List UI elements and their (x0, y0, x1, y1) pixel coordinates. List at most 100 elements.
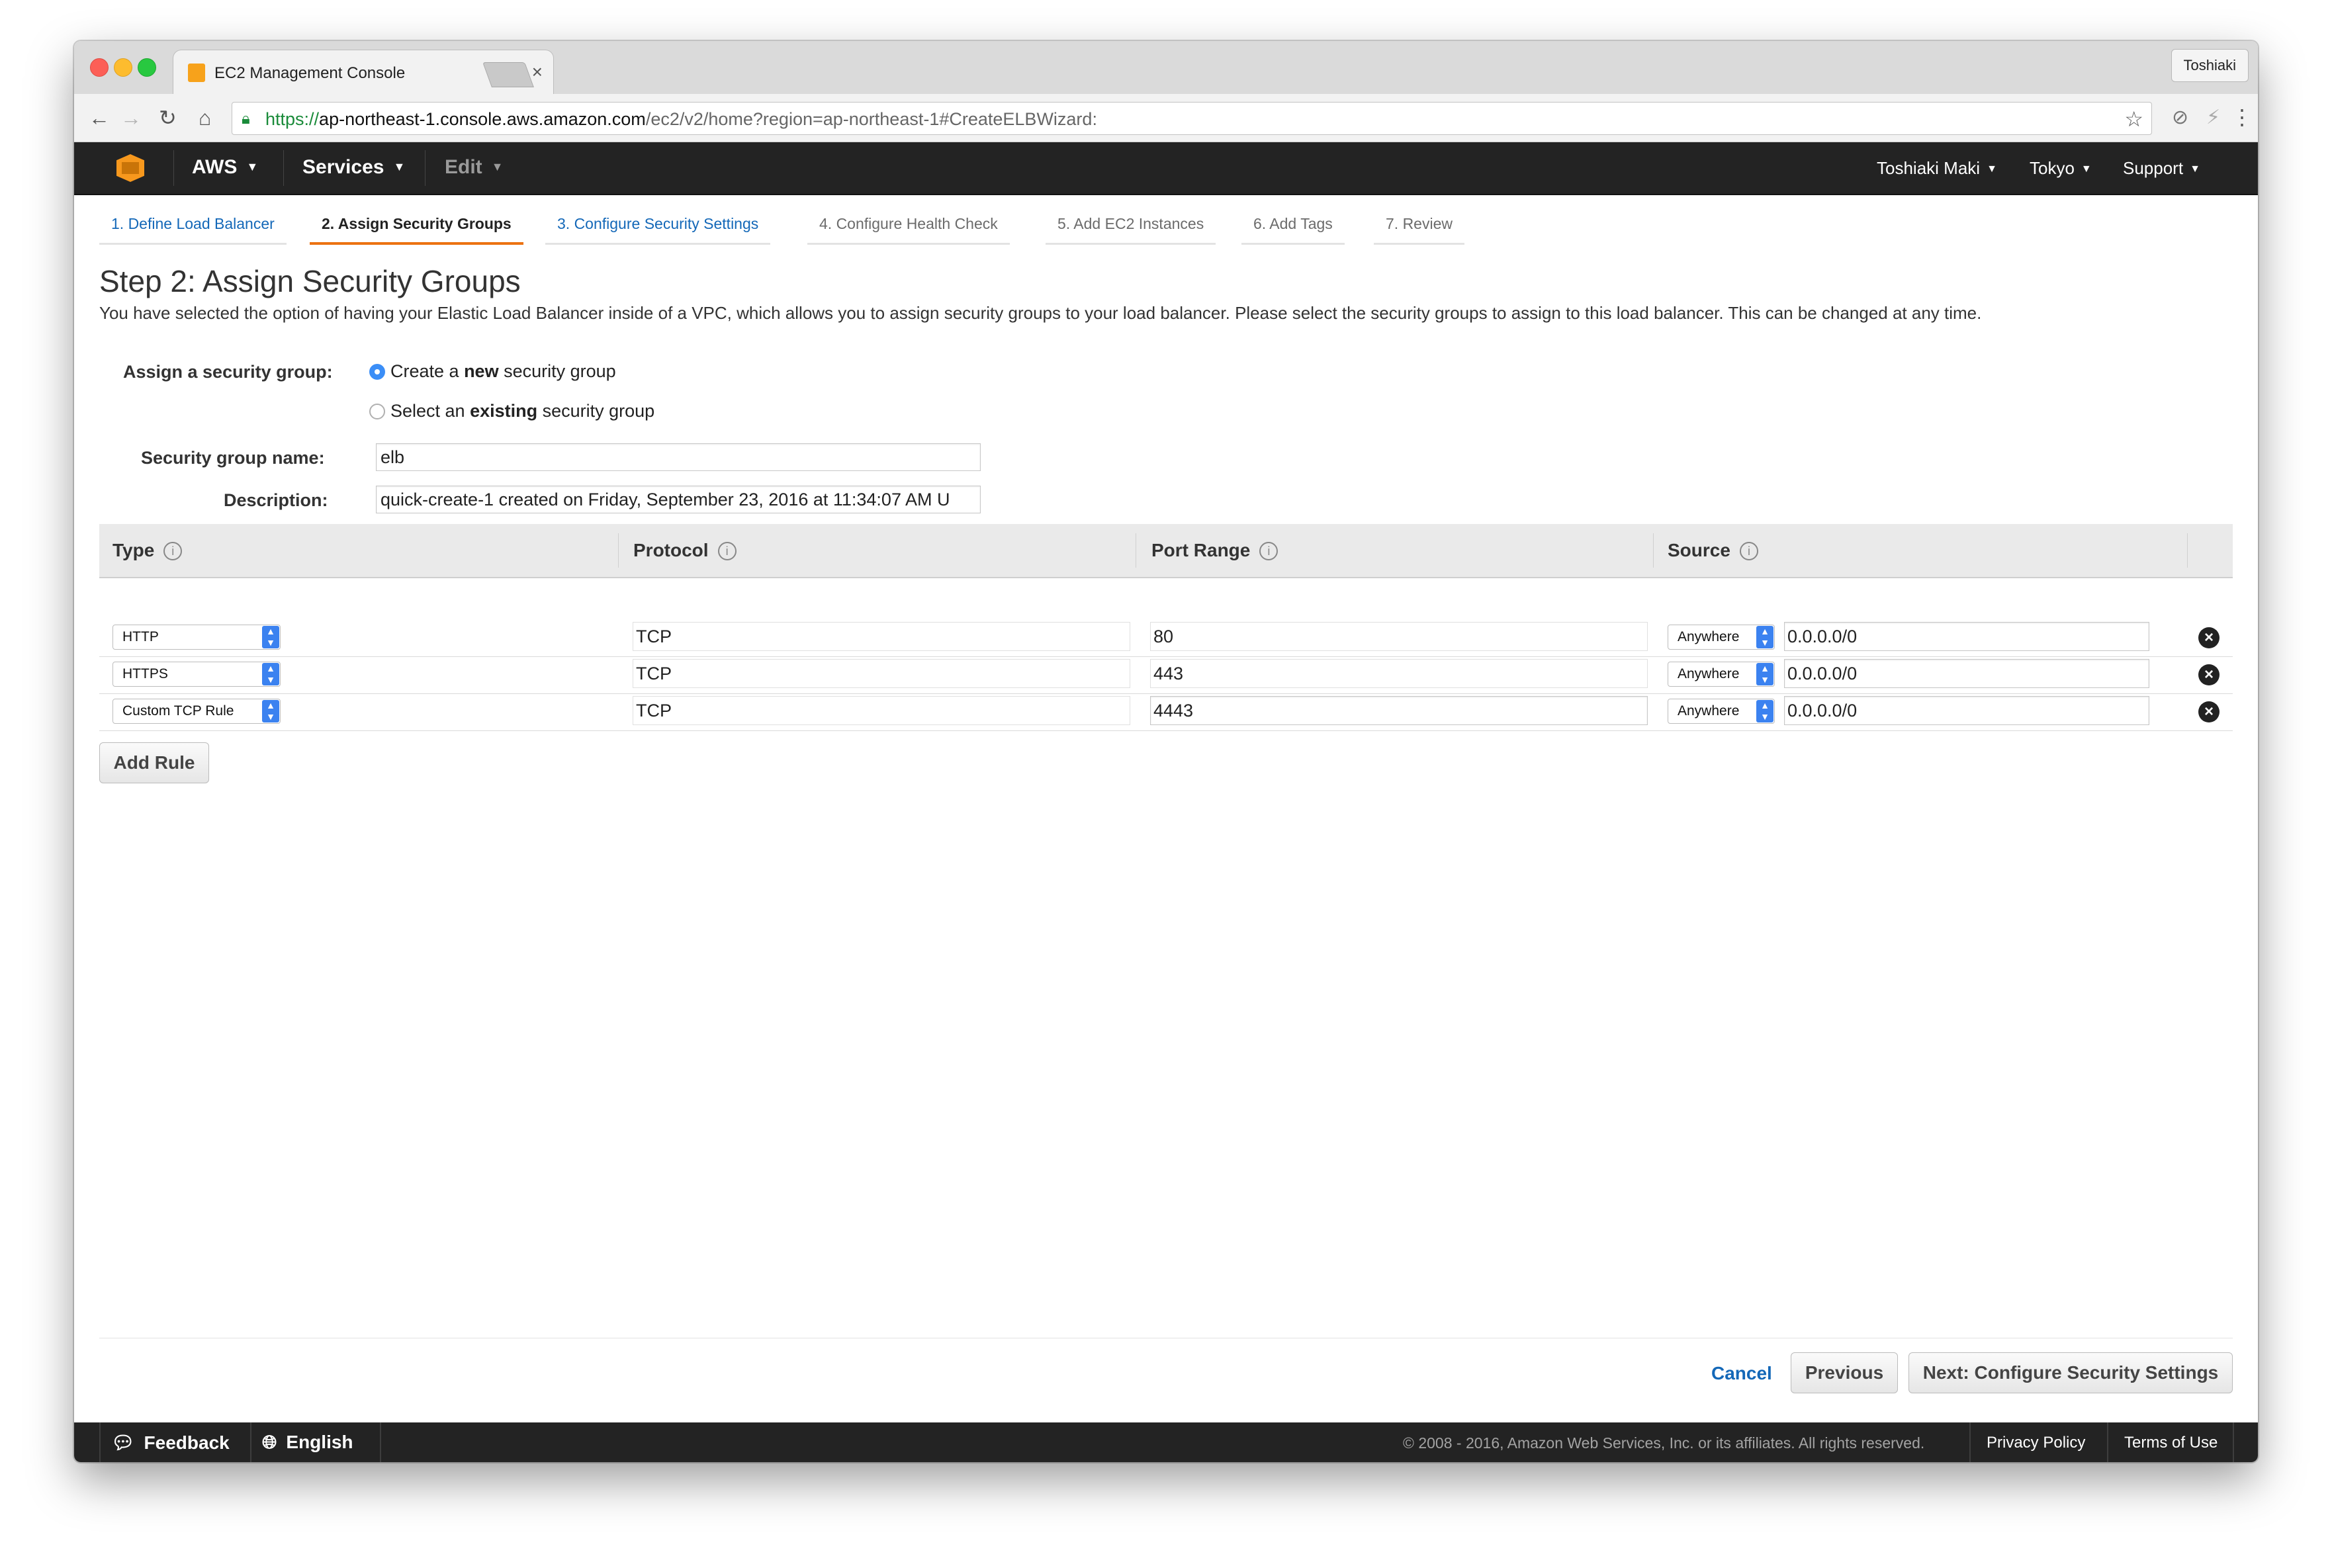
maximize-window-icon[interactable] (138, 58, 156, 77)
rule-protocol-field: TCP (633, 622, 1130, 651)
rule-cidr-input[interactable]: 0.0.0.0/0 (1784, 659, 2149, 688)
column-header-source-label: Source (1668, 540, 1730, 560)
column-header-port-range: Port Range i (1151, 540, 1278, 561)
close-window-icon[interactable] (90, 58, 109, 77)
radio-create-new-group[interactable]: Create a new security group (369, 361, 616, 382)
services-menu[interactable]: Services ▼ (302, 156, 405, 179)
region-menu[interactable]: Tokyo ▼ (2030, 158, 2092, 179)
edit-menu-label: Edit (445, 156, 482, 178)
extension-bolt-icon[interactable]: ⚡︎ (2206, 107, 2220, 128)
tab-close-icon[interactable]: × (532, 62, 543, 83)
reload-icon[interactable]: ↻ (159, 105, 177, 131)
rule-source-value: Anywhere (1678, 666, 1740, 681)
minimize-window-icon[interactable] (114, 58, 132, 77)
services-menu-label: Services (302, 156, 384, 178)
rule-cidr-input[interactable]: 0.0.0.0/0 (1784, 696, 2149, 725)
rule-source-value: Anywhere (1678, 703, 1740, 719)
aws-menu[interactable]: AWS ▼ (192, 156, 258, 179)
next-configure-security-settings-button[interactable]: Next: Configure Security Settings (1908, 1352, 2233, 1393)
profile-button[interactable]: Toshiaki (2171, 49, 2249, 82)
column-header-source: Source i (1668, 540, 1758, 561)
previous-button[interactable]: Previous (1791, 1352, 1898, 1393)
home-icon[interactable]: ⌂ (199, 105, 211, 131)
wizard-step-define-load-balancer[interactable]: 1. Define Load Balancer (99, 208, 287, 245)
info-icon[interactable]: i (717, 542, 737, 560)
navbar-divider (173, 150, 174, 186)
forward-arrow-icon[interactable]: → (120, 105, 142, 131)
description-input[interactable]: quick-create-1 created on Friday, Septem… (376, 486, 981, 513)
remove-rule-icon[interactable]: × (2198, 664, 2220, 685)
back-arrow-icon[interactable]: ← (89, 105, 110, 131)
radio-new-suffix: security group (498, 361, 616, 381)
chevron-down-icon: ▼ (2190, 163, 2200, 175)
terms-of-use-link[interactable]: Terms of Use (2124, 1434, 2218, 1452)
column-header-protocol-label: Protocol (633, 540, 709, 560)
extension-sync-icon[interactable]: ⊘ (2172, 107, 2188, 128)
select-arrows-icon: ▲ ▼ (262, 700, 279, 722)
rule-cidr-input[interactable]: 0.0.0.0/0 (1784, 622, 2149, 651)
rule-type-select[interactable]: HTTP ▲ ▼ (112, 625, 281, 650)
table-row: Custom TCP Rule ▲ ▼ TCP 4443 Anywhere ▲ ▼ 0.… (99, 693, 2233, 731)
footer-divider (1969, 1422, 1971, 1462)
column-header-type-label: Type (112, 540, 155, 560)
rule-port-field: 80 (1150, 622, 1648, 651)
edit-menu[interactable]: Edit ▼ (445, 156, 504, 179)
radio-unchecked-icon[interactable] (369, 404, 385, 419)
footer-divider (99, 1422, 101, 1462)
radio-new-bold: new (464, 361, 499, 381)
copyright-text: © 2008 - 2016, Amazon Web Services, Inc.… (1403, 1434, 1925, 1452)
add-rule-button[interactable]: Add Rule (99, 742, 209, 783)
wizard-step-configure-security-settings[interactable]: 3. Configure Security Settings (545, 208, 771, 245)
browser-toolbar: ← → ↻ ⌂ 🔒︎ https://ap-northeast-1.consol… (74, 94, 2258, 142)
radio-new-prefix: Create a (390, 361, 465, 381)
user-menu[interactable]: Toshiaki Maki ▼ (1877, 158, 1997, 179)
remove-rule-icon[interactable]: × (2198, 701, 2220, 722)
column-header-type: Type i (112, 540, 183, 561)
cancel-button[interactable]: Cancel (1711, 1363, 1772, 1384)
remove-rule-icon[interactable]: × (2198, 627, 2220, 648)
aws-navbar: AWS ▼ Services ▼ Edit ▼ Toshiaki Maki ▼ Toky… (74, 142, 2258, 195)
select-arrows-icon: ▲ ▼ (1756, 626, 1773, 648)
feedback-button[interactable]: 💬︎ Feedback (111, 1432, 230, 1454)
chevron-down-icon: ▼ (393, 160, 406, 173)
rule-source-select[interactable]: Anywhere ▲ ▼ (1668, 662, 1775, 687)
column-header-protocol: Protocol i (633, 540, 737, 561)
select-arrows-icon: ▲ ▼ (1756, 663, 1773, 685)
console-footer: 💬︎ Feedback 🌐︎ English © 2008 - 2016, Amaz… (74, 1422, 2258, 1462)
radio-checked-icon[interactable] (369, 364, 385, 380)
aws-menu-label: AWS (192, 156, 238, 178)
wizard-step-add-ec2-instances: 5. Add EC2 Instances (1046, 208, 1216, 245)
footer-divider (250, 1422, 251, 1462)
navbar-divider (425, 150, 426, 186)
tab-title: EC2 Management Console (214, 64, 406, 82)
url-text: https://ap-northeast-1.console.aws.amazo… (265, 109, 1097, 130)
rule-protocol-field: TCP (633, 696, 1130, 725)
navbar-divider (283, 150, 284, 186)
radio-existing-prefix: Select an (390, 401, 471, 421)
address-bar[interactable]: 🔒︎ https://ap-northeast-1.console.aws.am… (232, 102, 2152, 135)
browser-menu-icon[interactable]: ⋮ (2231, 105, 2253, 130)
support-menu-label: Support (2123, 158, 2184, 178)
browser-window: EC2 Management Console × Toshiaki ← → ↻ … (74, 41, 2258, 1462)
chevron-down-icon: ▼ (491, 160, 504, 173)
footer-divider (2107, 1422, 2108, 1462)
info-icon[interactable]: i (1739, 542, 1758, 560)
wizard-step-assign-security-groups[interactable]: 2. Assign Security Groups (310, 208, 523, 245)
radio-select-existing-group[interactable]: Select an existing security group (369, 401, 654, 421)
security-group-name-input[interactable]: elb (376, 443, 981, 471)
chevron-down-icon: ▼ (2081, 163, 2092, 175)
rule-source-select[interactable]: Anywhere ▲ ▼ (1668, 699, 1775, 724)
info-icon[interactable]: i (163, 542, 183, 560)
column-divider (618, 533, 619, 568)
bookmark-star-icon[interactable]: ☆ (2124, 107, 2143, 132)
privacy-policy-link[interactable]: Privacy Policy (1987, 1434, 2085, 1452)
support-menu[interactable]: Support ▼ (2123, 158, 2200, 179)
info-icon[interactable]: i (1259, 542, 1278, 560)
rule-type-select[interactable]: Custom TCP Rule ▲ ▼ (112, 699, 281, 724)
rule-port-input[interactable]: 4443 (1150, 696, 1648, 725)
user-menu-label: Toshiaki Maki (1877, 158, 1981, 178)
rule-source-select[interactable]: Anywhere ▲ ▼ (1668, 625, 1775, 650)
language-selector[interactable]: 🌐︎ English (262, 1432, 353, 1454)
rule-type-select[interactable]: HTTPS ▲ ▼ (112, 662, 281, 687)
new-tab-button[interactable] (482, 62, 534, 87)
